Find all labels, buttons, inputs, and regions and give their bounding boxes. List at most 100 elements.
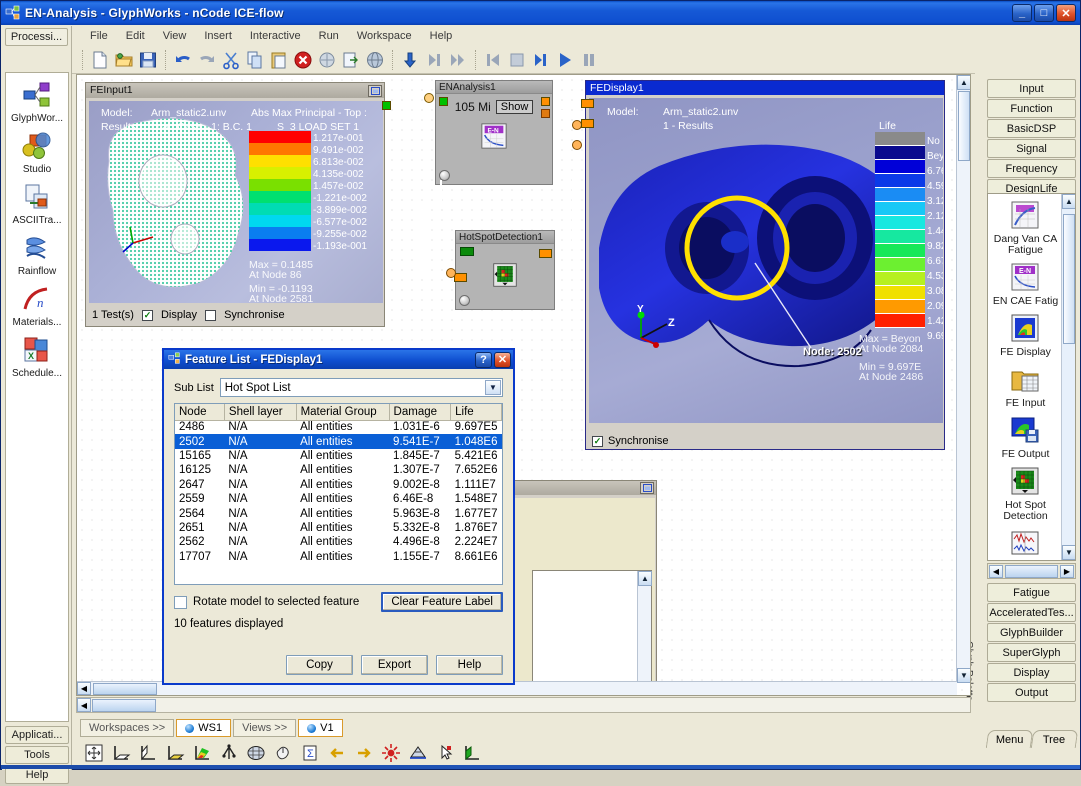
fedisplay-3d-view[interactable]: Y Z Model: Arm_static2.unv 1 - Results L… xyxy=(589,98,943,423)
palette-item-asciitranslate[interactable]: ASCIITra... xyxy=(6,181,68,226)
maximize-button[interactable]: □ xyxy=(1034,4,1054,22)
hotspot-node[interactable]: HotSpotDetection1 xyxy=(454,230,555,310)
copy-button[interactable]: Copy xyxy=(286,655,353,675)
pause-icon[interactable] xyxy=(578,49,600,71)
glyph-dang-van-ca-fatigue[interactable]: Dang Van CA Fatigue xyxy=(988,200,1063,256)
glyph-fe-display[interactable]: FE Display xyxy=(988,313,1063,358)
export-button[interactable]: Export xyxy=(361,655,428,675)
category-function[interactable]: Function xyxy=(987,99,1076,118)
step-forward-icon[interactable] xyxy=(530,49,552,71)
table-row[interactable]: 2562 N/A All entities 4.496E-8 2.224E7 xyxy=(175,535,502,549)
fedisplay-window[interactable]: FEDisplay1 Y Z Model: Arm_static2.unv 1 … xyxy=(581,80,945,450)
axes-yz-icon[interactable] xyxy=(138,743,160,765)
delete-icon[interactable] xyxy=(292,49,314,71)
chevron-down-icon[interactable]: ▼ xyxy=(485,380,501,395)
refresh-icon[interactable] xyxy=(316,49,338,71)
feinput-3d-view[interactable]: X Model: Arm_static2.unv Results: Load C… xyxy=(89,101,383,303)
canvas-scroll-up-button[interactable]: ▲ xyxy=(957,75,970,90)
bottom-scroll-thumb[interactable] xyxy=(92,698,156,712)
minimize-button[interactable]: _ xyxy=(1012,4,1032,22)
column-life[interactable]: Life xyxy=(450,404,502,421)
background-list-scrollbar[interactable]: ▲ ▼ xyxy=(637,571,652,695)
axes-xy-icon[interactable] xyxy=(111,743,133,765)
hscroll-thumb[interactable] xyxy=(1005,564,1058,578)
palette-item-rainflow[interactable]: Rainflow xyxy=(6,232,68,277)
menu-insert[interactable]: Insert xyxy=(195,28,241,44)
table-row[interactable]: 2651 N/A All entities 5.332E-8 1.876E7 xyxy=(175,521,502,535)
close-button[interactable]: ✕ xyxy=(1056,4,1076,22)
menu-run[interactable]: Run xyxy=(310,28,348,44)
glyph-list-hscrollbar[interactable]: ◀ ▶ xyxy=(987,563,1076,579)
glyph-simultaneous-values[interactable]: Simultaneou Values xyxy=(988,528,1063,560)
menu-file[interactable]: File xyxy=(81,28,117,44)
enanalysis-output-port-2[interactable] xyxy=(541,109,550,118)
section-icon[interactable] xyxy=(408,743,430,765)
undo-icon[interactable] xyxy=(172,49,194,71)
dialog-close-button[interactable]: ✕ xyxy=(494,351,511,368)
background-window-restore-button[interactable] xyxy=(640,482,654,494)
workspace-tab-ws1[interactable]: WS1 xyxy=(176,719,232,737)
feinput-restore-button[interactable] xyxy=(368,84,382,97)
menu-view[interactable]: View xyxy=(154,28,196,44)
dock-button-applications[interactable]: Applicati... xyxy=(5,726,69,744)
node-tree-icon[interactable] xyxy=(219,743,241,765)
view-tab-v1[interactable]: V1 xyxy=(298,719,343,737)
bottom-scroll-left-button[interactable]: ◀ xyxy=(77,698,91,712)
enanalysis-input-port[interactable] xyxy=(439,97,448,106)
export-icon[interactable] xyxy=(340,49,362,71)
fedisplay-synchronise-checkbox[interactable]: ✓ xyxy=(592,435,603,447)
paste-icon[interactable] xyxy=(268,49,290,71)
redo-icon[interactable] xyxy=(196,49,218,71)
glyph-fe-output[interactable]: FE Output xyxy=(988,415,1063,460)
step-icon[interactable] xyxy=(423,49,445,71)
category-output[interactable]: Output xyxy=(987,683,1076,702)
views-label[interactable]: Views >> xyxy=(233,719,297,737)
table-row[interactable]: 2559 N/A All entities 6.46E-8 1.548E7 xyxy=(175,492,502,506)
scroll-right-button[interactable]: ▶ xyxy=(1060,564,1074,578)
dialog-help-button[interactable]: ? xyxy=(475,351,492,368)
scroll-left-button[interactable]: ◀ xyxy=(989,564,1003,578)
glyph-hot-spot-detection[interactable]: Hot Spot Detection xyxy=(988,466,1063,522)
menu-workspace[interactable]: Workspace xyxy=(348,28,421,44)
table-row[interactable]: 16125 N/A All entities 1.307E-7 7.652E6 xyxy=(175,463,502,477)
category-signal[interactable]: Signal xyxy=(987,139,1076,158)
tab-tree[interactable]: Tree xyxy=(1030,730,1079,748)
column-node[interactable]: Node xyxy=(175,404,225,421)
help-button[interactable]: Help xyxy=(436,655,503,675)
category-superglyph[interactable]: SuperGlyph xyxy=(987,643,1076,662)
palette-item-materials[interactable]: n Materials... xyxy=(6,283,68,328)
enanalysis-output-port[interactable] xyxy=(541,97,550,106)
next-arrow-icon[interactable] xyxy=(354,743,376,765)
menu-help[interactable]: Help xyxy=(421,28,462,44)
fedisplay-input-port-1[interactable] xyxy=(581,99,594,108)
save-disk-icon[interactable] xyxy=(137,49,159,71)
category-frequency[interactable]: Frequency xyxy=(987,159,1076,178)
stop-icon[interactable] xyxy=(506,49,528,71)
tab-menu[interactable]: Menu xyxy=(985,730,1034,748)
feature-table[interactable]: Node Shell layer Material Group Damage L… xyxy=(174,403,503,585)
scroll-up-button[interactable]: ▲ xyxy=(1062,194,1075,209)
canvas-hscroll-thumb[interactable] xyxy=(93,683,157,695)
category-basicdsp[interactable]: BasicDSP xyxy=(987,119,1076,138)
category-display[interactable]: Display xyxy=(987,663,1076,682)
table-row[interactable]: 17707 N/A All entities 1.155E-7 8.661E6 xyxy=(175,550,502,564)
bottom-scrollbar[interactable]: ◀ xyxy=(76,697,971,713)
cut-scissors-icon[interactable] xyxy=(220,49,242,71)
enanalysis-status-knob[interactable] xyxy=(439,170,450,181)
feinput-output-port[interactable] xyxy=(382,101,391,110)
mouse-pick-icon[interactable] xyxy=(273,743,295,765)
sublist-combobox[interactable]: Hot Spot List ▼ xyxy=(219,378,503,397)
palette-item-glyphworks[interactable]: GlyphWor... xyxy=(6,79,68,124)
background-list-window[interactable]: ▲ ▼ xyxy=(532,570,652,695)
open-folder-icon[interactable] xyxy=(113,49,135,71)
enanalysis-node[interactable]: ENAnalysis1 105 Mi Show E-N xyxy=(435,80,553,185)
glyph-en-cae-fatigue[interactable]: E-N EN CAE Fatig xyxy=(988,262,1063,307)
column-shell-layer[interactable]: Shell layer xyxy=(224,404,297,421)
column-material-group[interactable]: Material Group xyxy=(296,404,390,421)
table-row[interactable]: 2647 N/A All entities 9.002E-8 1.111E7 xyxy=(175,478,502,492)
copy-icon[interactable] xyxy=(244,49,266,71)
feinput-synchronise-checkbox[interactable] xyxy=(205,309,217,321)
feinput-display-checkbox[interactable]: ✓ xyxy=(141,309,153,321)
table-row[interactable]: 2502 N/A All entities 9.541E-7 1.048E6 xyxy=(175,434,502,449)
feinput-window[interactable]: FEInput1 X Model: Arm_static2.unv Result… xyxy=(85,82,391,327)
